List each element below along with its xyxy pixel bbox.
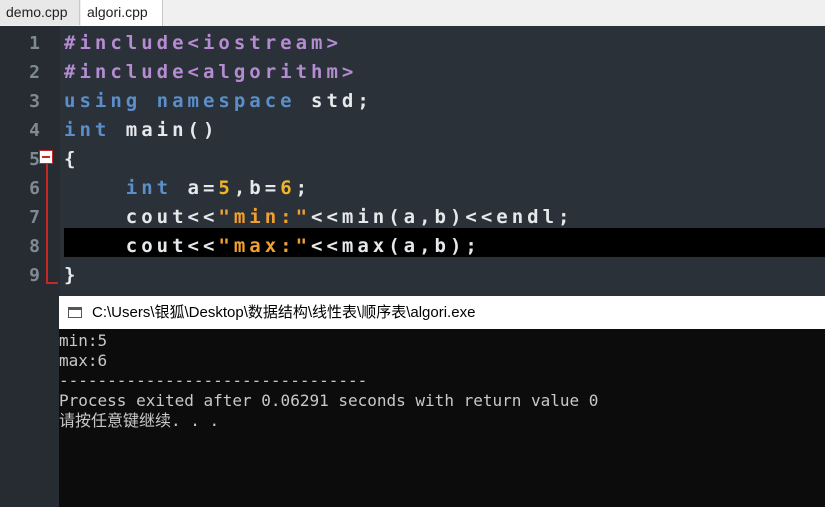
tab-demo-cpp[interactable]: demo.cpp: [0, 0, 80, 25]
code-token: ,b=: [233, 177, 281, 199]
code-token: 6: [280, 177, 296, 199]
code-token: #include<algorithm>: [64, 61, 358, 83]
line-number: 9: [29, 265, 40, 286]
fold-range-line: [46, 164, 48, 284]
code-line[interactable]: cout<<"min:"<<min(a,b)<<endl;: [64, 203, 825, 232]
line-number: 8: [29, 236, 40, 257]
code-token: a=: [187, 177, 219, 199]
line-number: 2: [29, 62, 40, 83]
line-number: 7: [29, 207, 40, 228]
code-line[interactable]: int main(): [64, 116, 825, 145]
code-token: "min:": [218, 206, 312, 228]
code-line[interactable]: int a=5,b=6;: [64, 174, 825, 203]
code-line[interactable]: #include<iostream>: [64, 29, 825, 58]
code-token: main(): [125, 119, 219, 141]
line-number: 3: [29, 91, 40, 112]
tab-algori-cpp[interactable]: algori.cpp: [81, 0, 163, 26]
code-line[interactable]: cout<<"max:"<<max(a,b);: [64, 232, 825, 261]
console-window[interactable]: C:\Users\银狐\Desktop\数据结构\线性表\顺序表\algori.…: [59, 296, 825, 507]
code-token: cout<<: [64, 206, 219, 228]
code-token: #include<iostream>: [64, 32, 342, 54]
code-token: "max:": [218, 235, 312, 257]
code-token: std;: [311, 90, 373, 112]
code-token: int: [64, 177, 188, 199]
tab-bar: demo.cpp algori.cpp: [0, 0, 825, 27]
code-token: using namespace: [64, 90, 312, 112]
line-number-gutter: 1 2 3 4 5 6 7 8 9: [0, 26, 60, 507]
code-line[interactable]: #include<algorithm>: [64, 58, 825, 87]
console-title: C:\Users\银狐\Desktop\数据结构\线性表\顺序表\algori.…: [92, 304, 476, 321]
code-token: ;: [295, 177, 312, 199]
code-line[interactable]: }: [64, 261, 825, 290]
code-token: <<min(a,b)<<endl;: [311, 206, 574, 228]
code-line[interactable]: {: [64, 145, 825, 174]
code-token: <<max(a,b);: [311, 235, 481, 257]
fold-collapse-icon[interactable]: [39, 150, 53, 164]
console-title-bar[interactable]: C:\Users\银狐\Desktop\数据结构\线性表\顺序表\algori.…: [59, 296, 825, 329]
line-number: 1: [29, 33, 40, 54]
code-token: {: [64, 148, 80, 170]
code-token: int: [64, 119, 126, 141]
console-app-icon: [68, 307, 82, 318]
code-token: cout<<: [64, 235, 219, 257]
line-number: 6: [29, 178, 40, 199]
line-number: 5: [29, 149, 40, 170]
code-line[interactable]: using namespace std;: [64, 87, 825, 116]
line-number: 4: [29, 120, 40, 141]
code-token: 5: [218, 177, 234, 199]
console-output: min:5 max:6 ----------------------------…: [59, 331, 599, 430]
fold-range-end: [46, 282, 58, 284]
code-token: }: [64, 264, 80, 286]
